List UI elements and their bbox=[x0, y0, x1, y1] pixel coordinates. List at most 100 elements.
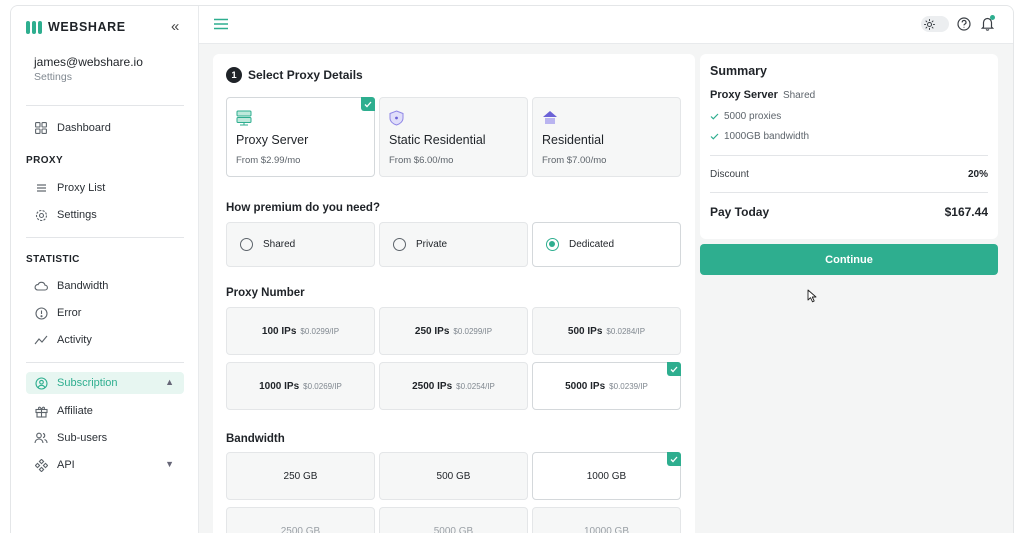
radio-button[interactable] bbox=[393, 238, 406, 251]
radio-button[interactable] bbox=[240, 238, 253, 251]
proxy-number-option[interactable]: 2500 IPs $0.0254/IP bbox=[379, 362, 528, 410]
topbar bbox=[199, 6, 1013, 44]
gift-icon bbox=[34, 404, 48, 418]
proxy-type-price: From $2.99/mo bbox=[236, 155, 301, 166]
summary-product-type: Shared bbox=[782, 90, 816, 101]
ip-count: 2500 IPs bbox=[412, 380, 453, 392]
ip-price: $0.0269/IP bbox=[303, 381, 342, 391]
sidebar-item-label: Bandwidth bbox=[57, 280, 109, 292]
gear-icon bbox=[34, 208, 48, 222]
logo[interactable]: WEBSHARE bbox=[26, 20, 126, 34]
proxy-number-option[interactable]: 500 IPs $0.0284/IP bbox=[532, 307, 681, 355]
proxy-number-option[interactable]: 100 IPs $0.0299/IP bbox=[226, 307, 375, 355]
summary-pay-row: Pay Today $167.44 bbox=[710, 205, 988, 219]
ip-price: $0.0299/IP bbox=[300, 326, 340, 336]
ip-count: 5000 IPs bbox=[565, 380, 606, 392]
premium-option-label: Private bbox=[416, 239, 448, 250]
notification-dot bbox=[990, 15, 995, 20]
sidebar-item-label: Dashboard bbox=[57, 122, 111, 134]
menu-icon[interactable] bbox=[214, 17, 228, 35]
summary-feature: 5000 proxies bbox=[710, 111, 781, 122]
server-icon bbox=[236, 110, 252, 131]
chevron-down-icon: ▼ bbox=[165, 459, 174, 469]
sidebar-item-affiliate[interactable]: Affiliate bbox=[26, 400, 184, 422]
premium-option-label: Dedicated bbox=[569, 239, 615, 250]
ip-price: $0.0254/IP bbox=[456, 381, 495, 391]
proxy-type-name: Residential bbox=[542, 133, 604, 147]
sidebar-item-label: Proxy List bbox=[57, 182, 106, 194]
premium-label: How premium do you need? bbox=[226, 202, 380, 214]
sidebar-item-subscription[interactable]: Subscription ▲ bbox=[26, 372, 184, 394]
summary-panel: Summary Proxy Server Shared 5000 proxies… bbox=[700, 54, 998, 239]
brand-name: WEBSHARE bbox=[48, 20, 126, 34]
premium-option-dedicated[interactable]: Dedicated bbox=[532, 222, 681, 267]
divider bbox=[26, 237, 184, 238]
bandwidth-option[interactable]: 5000 GB bbox=[379, 507, 528, 533]
bandwidth-option-selected[interactable]: 1000 GB bbox=[532, 452, 681, 500]
summary-discount-row: Discount 20% bbox=[710, 169, 988, 180]
sidebar-item-sub-users[interactable]: Sub-users bbox=[26, 427, 184, 449]
summary-feature: 1000GB bandwidth bbox=[710, 131, 809, 142]
sidebar-item-label: Error bbox=[57, 307, 82, 319]
proxy-number-option[interactable]: 250 IPs $0.0299/IP bbox=[379, 307, 528, 355]
bandwidth-label: Bandwidth bbox=[226, 433, 285, 445]
sidebar-item-label: Settings bbox=[57, 209, 97, 221]
user-circle-icon bbox=[34, 376, 48, 390]
user-email: james@webshare.io bbox=[34, 55, 143, 69]
ip-price: $0.0299/IP bbox=[453, 326, 493, 336]
bandwidth-option[interactable]: 10000 GB bbox=[532, 507, 681, 533]
summary-product-name: Proxy Server bbox=[710, 89, 778, 101]
help-icon[interactable] bbox=[957, 17, 971, 36]
theme-toggle[interactable] bbox=[921, 16, 949, 32]
check-icon bbox=[667, 362, 681, 376]
continue-button[interactable]: Continue bbox=[700, 244, 998, 275]
bandwidth-option-label: 1000 GB bbox=[586, 470, 627, 482]
summary-title: Summary bbox=[710, 64, 767, 78]
sidebar-item-proxy-list[interactable]: Proxy List bbox=[26, 177, 184, 199]
check-icon bbox=[710, 113, 719, 120]
divider bbox=[26, 362, 184, 363]
alert-circle-icon bbox=[34, 306, 48, 320]
proxy-type-static-residential[interactable]: Static Residential From $6.00/mo bbox=[379, 97, 528, 177]
sidebar-item-dashboard[interactable]: Dashboard bbox=[26, 117, 184, 139]
step-title: 1 Select Proxy Details bbox=[226, 67, 363, 83]
bandwidth-option[interactable]: 2500 GB bbox=[226, 507, 375, 533]
sidebar-item-bandwidth[interactable]: Bandwidth bbox=[26, 275, 184, 297]
premium-option-private[interactable]: Private bbox=[379, 222, 528, 267]
summary-product: Proxy Server Shared bbox=[710, 89, 815, 101]
pay-today-value: $167.44 bbox=[944, 205, 988, 219]
proxy-number-option-selected[interactable]: 5000 IPs $0.0239/IP bbox=[532, 362, 681, 410]
bandwidth-option[interactable]: 250 GB bbox=[226, 452, 375, 500]
section-proxy: PROXY bbox=[26, 155, 64, 166]
section-statistic: STATISTIC bbox=[26, 254, 80, 265]
sidebar-item-error[interactable]: Error bbox=[26, 302, 184, 324]
proxy-number-label: Proxy Number bbox=[226, 287, 305, 299]
proxy-type-residential[interactable]: Residential From $7.00/mo bbox=[532, 97, 681, 177]
sidebar-item-api[interactable]: API ▼ bbox=[26, 454, 184, 476]
user-settings-link[interactable]: Settings bbox=[34, 71, 72, 83]
divider bbox=[710, 192, 988, 193]
pay-today-label: Pay Today bbox=[710, 205, 770, 219]
bandwidth-option[interactable]: 500 GB bbox=[379, 452, 528, 500]
check-icon bbox=[667, 452, 681, 466]
proxy-type-price: From $7.00/mo bbox=[542, 155, 607, 166]
divider bbox=[710, 155, 988, 156]
ip-price: $0.0284/IP bbox=[606, 326, 646, 336]
step-title-text: Select Proxy Details bbox=[248, 68, 363, 82]
step-number: 1 bbox=[226, 67, 242, 83]
sidebar-item-label: Activity bbox=[57, 334, 92, 346]
check-icon bbox=[361, 97, 375, 111]
sidebar-item-activity[interactable]: Activity bbox=[26, 329, 184, 351]
sidebar-item-settings[interactable]: Settings bbox=[26, 204, 184, 226]
proxy-number-option[interactable]: 1000 IPs $0.0269/IP bbox=[226, 362, 375, 410]
mouse-cursor-icon bbox=[807, 289, 818, 308]
radio-button-selected[interactable] bbox=[546, 238, 559, 251]
sidebar-item-label: Affiliate bbox=[57, 405, 93, 417]
premium-option-label: Shared bbox=[263, 239, 296, 250]
summary-feature-text: 5000 proxies bbox=[724, 111, 782, 122]
premium-option-shared[interactable]: Shared bbox=[226, 222, 375, 267]
sun-icon bbox=[924, 18, 935, 30]
ip-count: 500 IPs bbox=[567, 325, 603, 337]
collapse-sidebar-icon[interactable]: « bbox=[171, 18, 179, 35]
proxy-type-proxy-server[interactable]: Proxy Server From $2.99/mo bbox=[226, 97, 375, 177]
